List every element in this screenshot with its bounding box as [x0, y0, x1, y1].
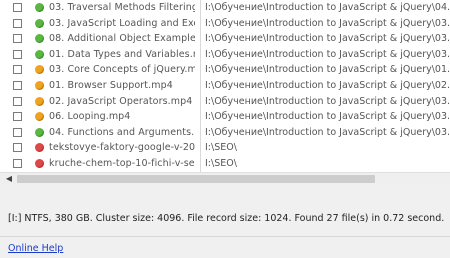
- red-status-icon: [35, 159, 44, 168]
- list-item[interactable]: 08. Additional Object Examples... I:\Обуч…: [0, 31, 450, 46]
- file-name: tekstovye-faktory-google-v-20...: [49, 142, 195, 154]
- file-path: I:\Обучение\Introduction to JavaScript &…: [205, 95, 450, 107]
- green-status-icon: [35, 49, 44, 59]
- horizontal-scrollbar[interactable]: ◀: [0, 172, 450, 185]
- file-path: I:\Обучение\Introduction to JavaScript &…: [205, 33, 450, 45]
- row-checkbox[interactable]: [13, 18, 22, 28]
- orange-status-icon: [35, 65, 44, 75]
- list-item[interactable]: 03. Core Concepts of jQuery.mp4 I:\Обучен…: [0, 62, 450, 77]
- file-path: I:\SEO\: [205, 142, 237, 154]
- list-item[interactable]: 01. Data Types and Variables.mp4 I:\Обуче…: [0, 47, 450, 62]
- file-path: I:\Обучение\Introduction to JavaScript &…: [205, 17, 450, 29]
- row-checkbox[interactable]: [13, 34, 22, 44]
- green-status-icon: [35, 34, 44, 44]
- file-path: I:\Обучение\Introduction to JavaScript &…: [205, 2, 450, 13]
- file-name: 06. Looping.mp4: [49, 111, 131, 123]
- orange-status-icon: [35, 96, 44, 106]
- orange-status-icon: [35, 112, 44, 122]
- list-item[interactable]: 02. JavaScript Operators.mp4 I:\Обучение\…: [0, 94, 450, 109]
- green-status-icon: [35, 127, 44, 137]
- file-path: I:\Обучение\Introduction to JavaScript &…: [205, 111, 450, 123]
- list-item[interactable]: 03. Traversal Methods Filtering... I:\Обу…: [0, 0, 450, 15]
- list-item[interactable]: 06. Looping.mp4 I:\Обучение\Introduction …: [0, 109, 450, 124]
- file-name: 02. JavaScript Operators.mp4: [49, 95, 193, 107]
- file-path: I:\Обучение\Introduction to JavaScript &…: [205, 48, 450, 60]
- file-name: 01. Data Types and Variables.mp4: [49, 48, 195, 60]
- row-checkbox[interactable]: [13, 96, 22, 106]
- file-name: 03. JavaScript Loading and Exec...: [49, 17, 195, 29]
- file-name: 03. Core Concepts of jQuery.mp4: [49, 64, 195, 76]
- scrollbar-thumb[interactable]: [17, 175, 375, 183]
- scroll-left-arrow-icon[interactable]: ◀: [4, 174, 14, 184]
- file-path: I:\SEO\: [205, 158, 237, 169]
- red-status-icon: [35, 143, 44, 153]
- row-checkbox[interactable]: [13, 3, 22, 12]
- file-path: I:\Обучение\Introduction to JavaScript &…: [205, 126, 450, 138]
- file-name: 04. Functions and Arguments...: [49, 126, 195, 138]
- results-rows: 03. Traversal Methods Filtering... I:\Обу…: [0, 0, 450, 172]
- file-name: 08. Additional Object Examples...: [49, 33, 195, 45]
- row-checkbox[interactable]: [13, 159, 22, 168]
- divider: [0, 236, 450, 237]
- results-list[interactable]: 03. Traversal Methods Filtering... I:\Обу…: [0, 0, 450, 185]
- row-checkbox[interactable]: [13, 81, 22, 90]
- green-status-icon: [35, 18, 44, 28]
- list-item[interactable]: tekstovye-faktory-google-v-20... I:\SEO\: [0, 140, 450, 155]
- green-status-icon: [35, 3, 44, 12]
- list-item[interactable]: 04. Functions and Arguments... I:\Обучени…: [0, 125, 450, 140]
- file-path: I:\Обучение\Introduction to JavaScript &…: [205, 64, 450, 76]
- column-separator: [200, 0, 201, 172]
- file-path: I:\Обучение\Introduction to JavaScript &…: [205, 80, 450, 91]
- file-name: kruche-chem-top-10-fichi-v-se...: [49, 158, 195, 169]
- list-item[interactable]: 03. JavaScript Loading and Exec... I:\Обу…: [0, 16, 450, 31]
- online-help-link[interactable]: Online Help: [8, 243, 63, 254]
- row-checkbox[interactable]: [13, 127, 22, 137]
- row-checkbox[interactable]: [13, 49, 22, 59]
- row-checkbox[interactable]: [13, 143, 22, 153]
- list-item[interactable]: 01. Browser Support.mp4 I:\Обучение\Intro…: [0, 78, 450, 93]
- row-checkbox[interactable]: [13, 112, 22, 122]
- list-item[interactable]: kruche-chem-top-10-fichi-v-se... I:\SEO\: [0, 156, 450, 171]
- row-checkbox[interactable]: [13, 65, 22, 75]
- orange-status-icon: [35, 81, 44, 90]
- status-text: [I:] NTFS, 380 GB. Cluster size: 4096. F…: [8, 213, 445, 224]
- file-name: 03. Traversal Methods Filtering...: [49, 2, 195, 13]
- file-name: 01. Browser Support.mp4: [49, 80, 173, 91]
